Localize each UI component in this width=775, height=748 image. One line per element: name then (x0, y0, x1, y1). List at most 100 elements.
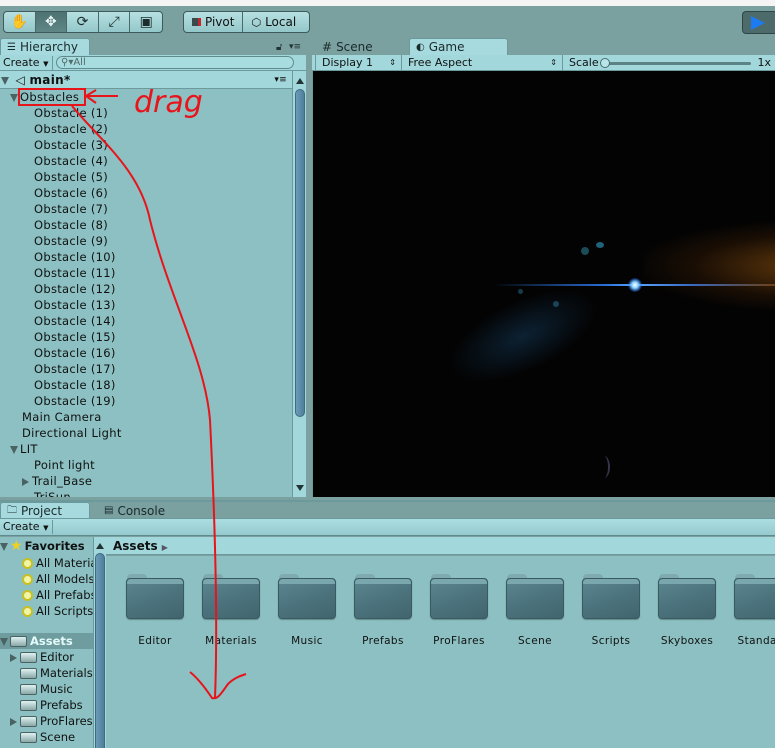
favorite-item[interactable]: All Prefabs (22, 587, 93, 603)
hierarchy-item[interactable]: Obstacle (17) (22, 361, 116, 377)
transform-tools: ✋ ✥ ⟳ ⤢ ▣ (3, 11, 163, 33)
display-dropdown[interactable]: Display 1 ⇕ (315, 55, 400, 71)
folder-asset[interactable]: ProFlares (421, 574, 497, 647)
tab-hierarchy[interactable]: ☰ Hierarchy (0, 38, 90, 55)
hierarchy-item[interactable]: Obstacles (10, 89, 79, 105)
scale-slider-track[interactable] (603, 62, 751, 65)
asset-tree-item[interactable]: Scene (10, 729, 75, 745)
collapsed-arrow-icon[interactable] (22, 477, 29, 486)
hierarchy-scrollbar[interactable] (292, 71, 306, 497)
asset-tree-item[interactable]: Materials (10, 665, 93, 681)
folder-asset[interactable]: Prefabs (345, 574, 421, 647)
scale-tool-button[interactable]: ⤢ (99, 12, 131, 32)
pivot-button[interactable]: Pivot (184, 12, 244, 32)
scene-menu-icon[interactable]: ▾≡ (274, 71, 287, 89)
hierarchy-item[interactable]: Obstacle (1) (22, 105, 108, 121)
play-button[interactable] (742, 11, 775, 34)
collapsed-arrow-icon[interactable] (10, 653, 17, 662)
expand-arrow-icon[interactable] (10, 445, 18, 454)
game-viewport[interactable] (312, 71, 775, 497)
hierarchy-item[interactable]: Obstacle (3) (22, 137, 108, 153)
rect-tool-button[interactable]: ▣ (130, 12, 162, 32)
lock-icon[interactable]: 🔓︎ (276, 42, 282, 53)
hierarchy-item[interactable]: Obstacle (13) (22, 297, 116, 313)
hierarchy-item[interactable]: Obstacle (5) (22, 169, 108, 185)
hierarchy-create-button[interactable]: Create ▼ (3, 56, 54, 70)
expand-arrow-icon[interactable] (0, 637, 8, 646)
hierarchy-item[interactable]: Obstacle (19) (22, 393, 116, 409)
favorite-item[interactable]: All Models (22, 571, 93, 587)
asset-tree-item[interactable]: Editor (10, 649, 74, 665)
hierarchy-item[interactable]: LIT (10, 441, 38, 457)
hierarchy-item-label: Obstacle (8) (34, 218, 109, 232)
folder-asset[interactable]: Scene (497, 574, 573, 647)
hierarchy-item[interactable]: Obstacle (8) (22, 217, 108, 233)
hierarchy-item[interactable]: TriSun (22, 489, 71, 497)
asset-tree-item[interactable]: Prefabs (10, 697, 83, 713)
expand-arrow-icon[interactable] (10, 93, 18, 102)
favorite-item[interactable]: All Materials (22, 555, 93, 571)
asset-tree-item[interactable]: Music (10, 681, 73, 697)
tab-game[interactable]: ◐ Game (409, 38, 508, 55)
favorite-item[interactable]: All Scripts (22, 603, 93, 619)
panel-menu-icon[interactable]: ▾≡ (289, 42, 301, 52)
hierarchy-item[interactable]: Main Camera (10, 409, 102, 425)
local-button[interactable]: ⬡ Local (243, 12, 304, 32)
game-view-toolbar: Display 1 ⇕ Free Aspect ⇕ Scale 1x (312, 55, 775, 71)
scroll-thumb[interactable] (295, 89, 305, 417)
hierarchy-item-label: Obstacle (4) (34, 154, 109, 168)
hierarchy-item[interactable]: Obstacle (14) (22, 313, 116, 329)
asset-tree-item[interactable]: ProFlares (10, 713, 93, 729)
folder-asset[interactable]: Editor (117, 574, 193, 647)
breadcrumb-arrow-icon: ▶ (161, 543, 168, 552)
folder-asset[interactable]: Skyboxes (649, 574, 725, 647)
hierarchy-item[interactable]: Trail_Base (22, 473, 92, 489)
asset-tree-label: ProFlares (40, 714, 93, 728)
folder-asset[interactable]: Scripts (573, 574, 649, 647)
folder-asset[interactable]: Materials (193, 574, 269, 647)
folder-label: Music (291, 635, 323, 647)
hierarchy-item[interactable]: Obstacle (6) (22, 185, 108, 201)
project-tree-scrollbar[interactable] (93, 537, 106, 748)
project-create-button[interactable]: Create ▼ (3, 520, 54, 534)
move-tool-button[interactable]: ✥ (35, 12, 68, 32)
hierarchy-item[interactable]: Obstacle (4) (22, 153, 108, 169)
hierarchy-item[interactable]: Obstacle (15) (22, 329, 116, 345)
scroll-up-icon[interactable] (96, 543, 104, 549)
hierarchy-item[interactable]: Obstacle (12) (22, 281, 116, 297)
folder-asset[interactable]: Music (269, 574, 345, 647)
tab-scene[interactable]: # Scene (316, 38, 406, 55)
hierarchy-item[interactable]: Obstacle (11) (22, 265, 116, 281)
expand-arrow-icon[interactable] (0, 542, 8, 551)
assets-header[interactable]: Assets (0, 633, 93, 649)
scroll-thumb[interactable] (95, 553, 105, 748)
breadcrumb-assets[interactable]: Assets (113, 539, 158, 553)
create-label: Create (3, 520, 40, 533)
hierarchy-item[interactable]: Obstacle (9) (22, 233, 108, 249)
scroll-up-icon[interactable] (296, 78, 304, 84)
favorites-header[interactable]: ★ Favorites (0, 538, 85, 554)
hierarchy-item[interactable]: Obstacle (2) (22, 121, 108, 137)
particle (581, 247, 589, 255)
aspect-dropdown[interactable]: Free Aspect ⇕ (401, 55, 561, 71)
search-filter-icon (22, 558, 33, 569)
tab-console[interactable]: ▤ Console (98, 502, 188, 519)
rotate-tool-button[interactable]: ⟳ (67, 12, 99, 32)
hierarchy-item[interactable]: Obstacle (18) (22, 377, 116, 393)
scene-header[interactable]: ◁ main* ▾≡ (0, 71, 293, 89)
hierarchy-search-input[interactable]: ⚲▾All (56, 56, 294, 69)
hierarchy-item[interactable]: Obstacle (16) (22, 345, 116, 361)
expand-arrow-icon[interactable] (1, 76, 9, 85)
hierarchy-item[interactable]: Point light (22, 457, 95, 473)
hierarchy-item[interactable]: Directional Light (10, 425, 122, 441)
hierarchy-item[interactable]: Obstacle (10) (22, 249, 116, 265)
scale-slider-thumb[interactable] (600, 58, 610, 68)
collapsed-arrow-icon[interactable] (10, 717, 17, 726)
project-tab-label: Project (21, 504, 63, 518)
hierarchy-item[interactable]: Obstacle (7) (22, 201, 108, 217)
project-toolbar: Create ▼ (0, 518, 775, 536)
hand-tool-button[interactable]: ✋ (4, 12, 36, 32)
tab-project[interactable]: 🗀︎ Project (0, 502, 90, 519)
scroll-down-icon[interactable] (296, 485, 304, 491)
folder-asset[interactable]: Standard (725, 574, 775, 647)
